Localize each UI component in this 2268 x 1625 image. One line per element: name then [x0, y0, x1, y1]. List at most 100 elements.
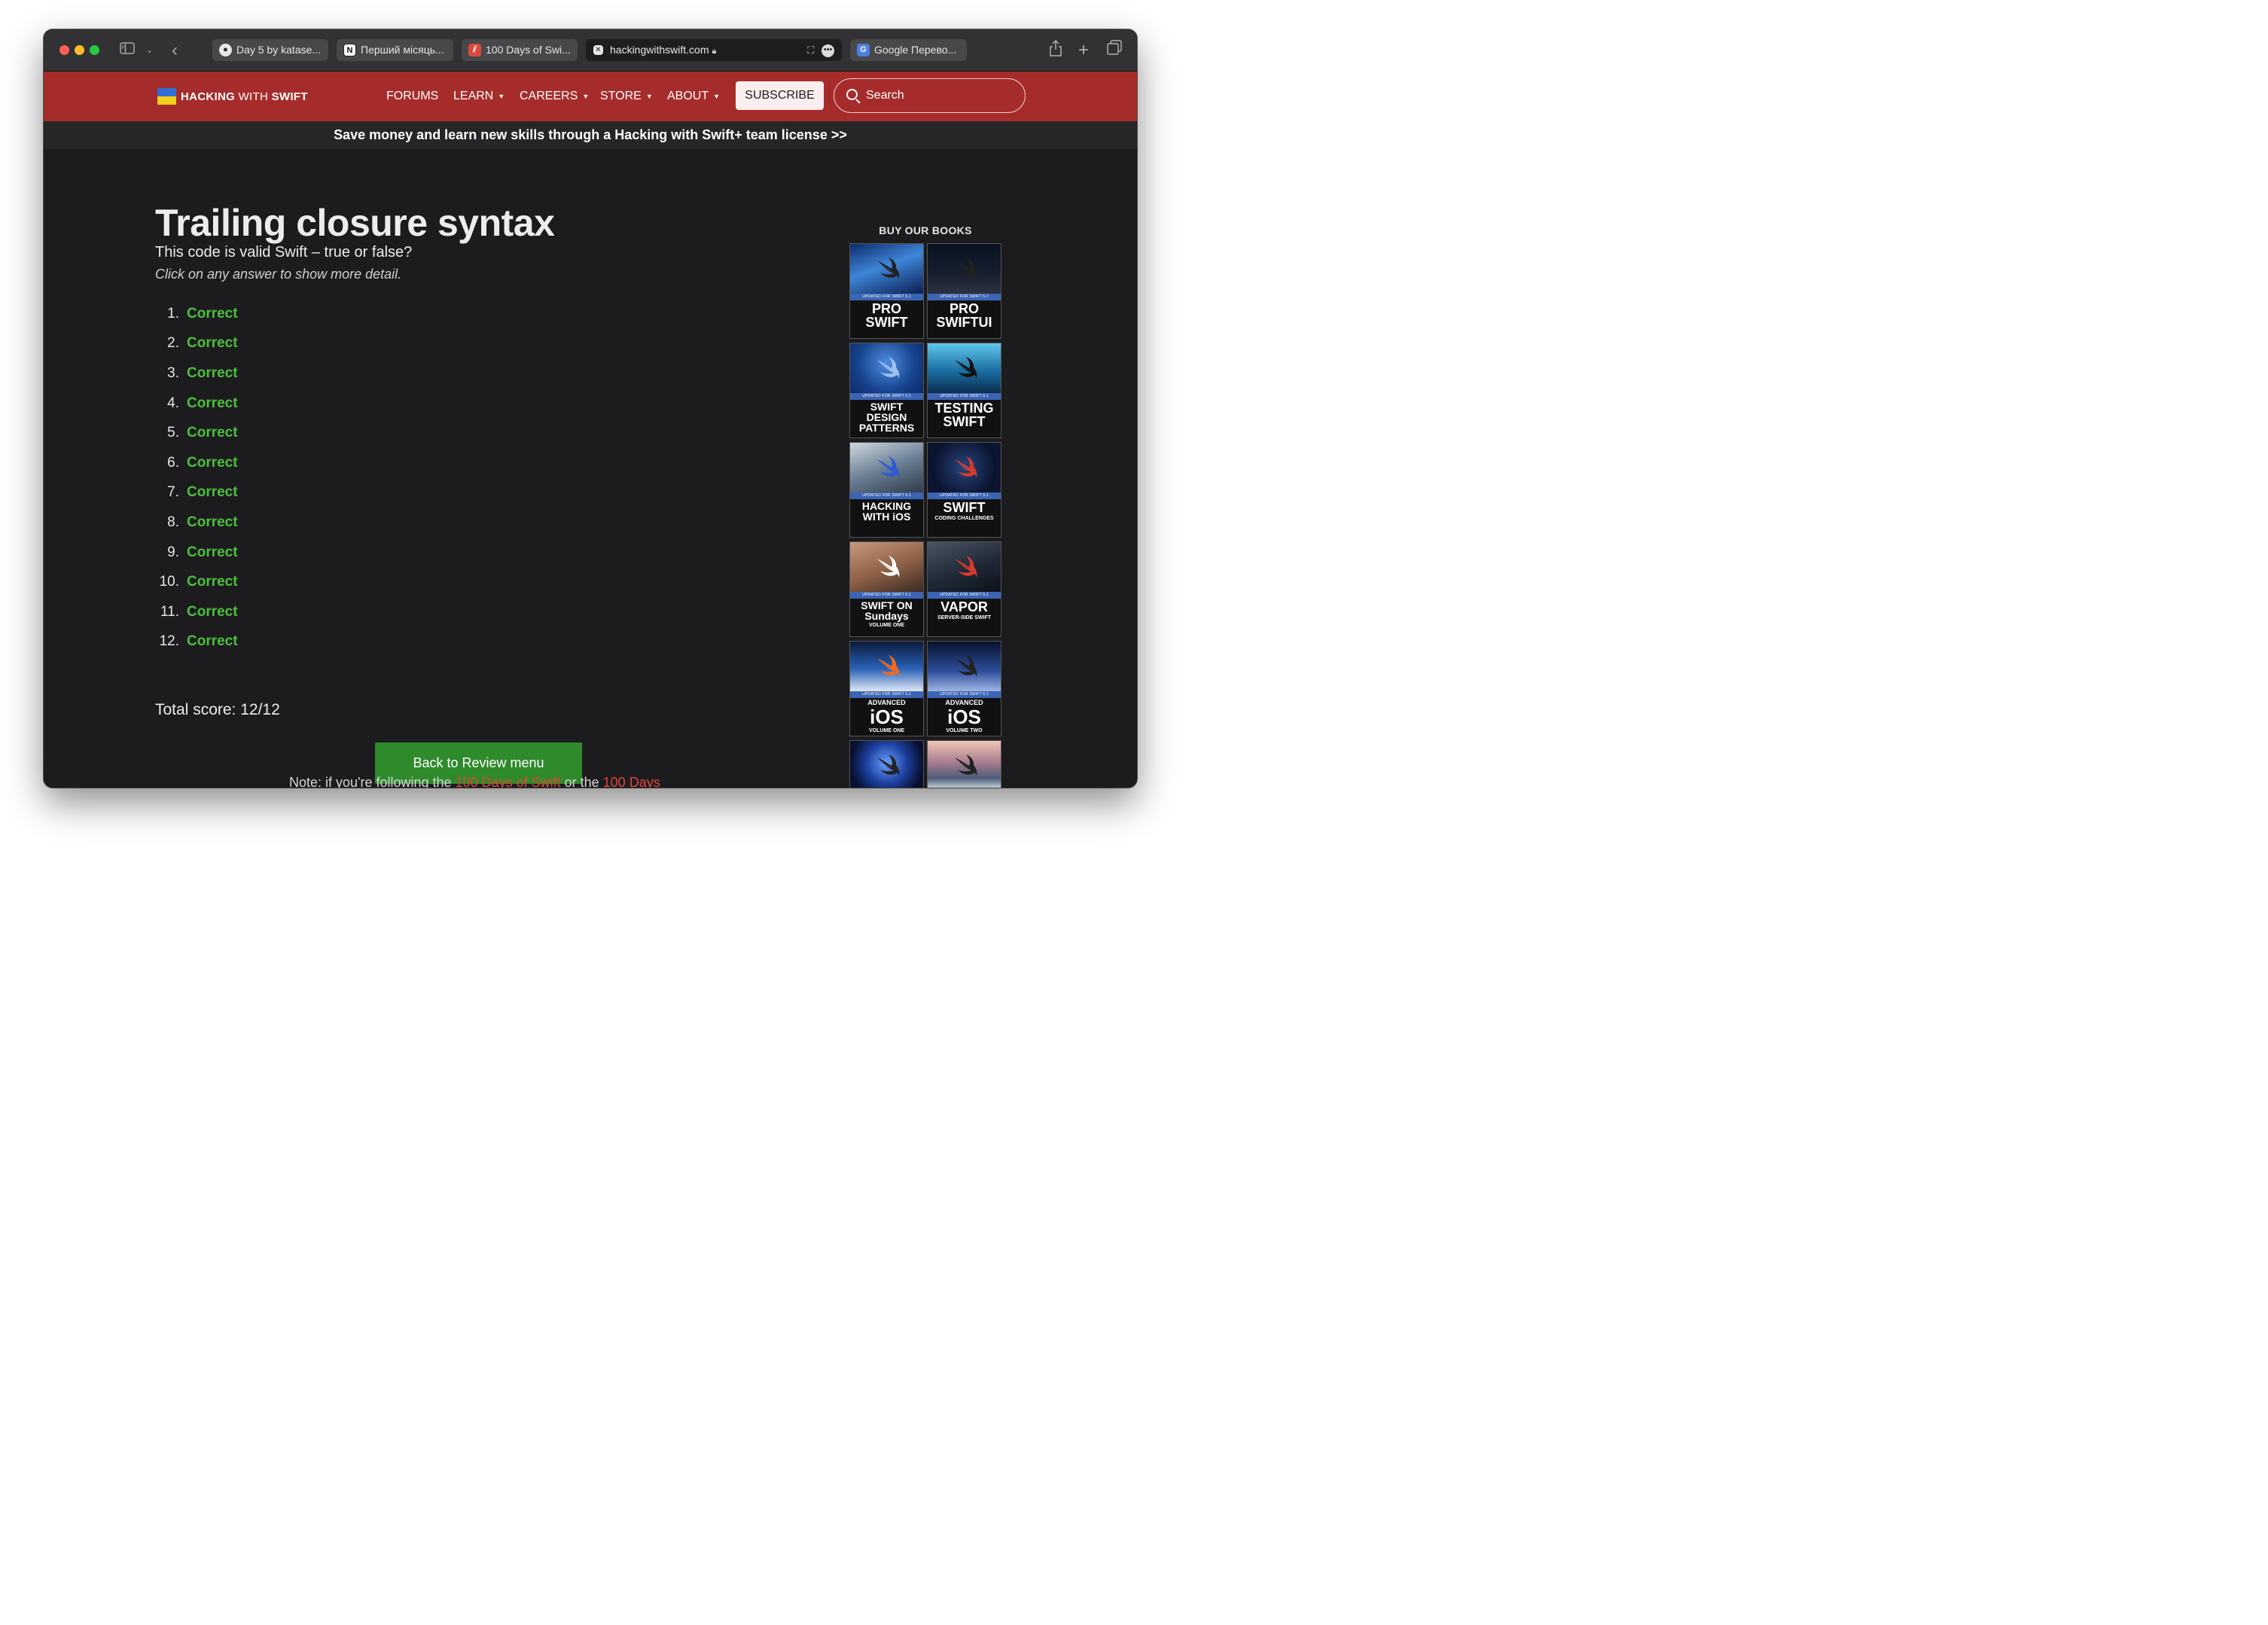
answer-item[interactable]: 3. Correct — [149, 358, 375, 389]
book-title: ADVANCED iOS VOLUME ONE — [867, 699, 906, 734]
search-icon — [846, 89, 858, 100]
book-swift-on-sundays[interactable]: UPDATED FOR SWIFT 5.1 SWIFT ON Sundays VOL… — [849, 541, 924, 637]
book-pro-swift[interactable]: UPDATED FOR SWIFT 5.1 PRO SWIFT — [849, 243, 924, 339]
swift-bird-icon — [955, 258, 977, 279]
chevron-down-icon[interactable]: ⌄ — [146, 40, 153, 61]
book-title: HACKING WITH iOS — [861, 500, 912, 523]
nav-learn[interactable]: LEARN ▼ — [453, 88, 505, 105]
swift-bird-icon — [877, 655, 900, 677]
new-tab-icon[interactable]: + — [1078, 40, 1089, 61]
tab-overview-icon[interactable] — [1107, 40, 1122, 61]
book-title: TESTING SWIFT — [934, 401, 994, 429]
book-update-strip: UPDATED FOR SWIFT 5.1 — [928, 492, 1001, 499]
answer-item[interactable]: 9. Correct — [149, 538, 375, 568]
link-100-days[interactable]: 100 Days — [603, 775, 660, 788]
quiz-hint: Click on any answer to show more detail. — [155, 267, 402, 282]
swift-bird-icon — [877, 357, 900, 379]
main-content: Trailing closure syntax This code is val… — [44, 149, 1137, 788]
search-input[interactable]: Search — [834, 78, 1026, 113]
hws-icon: ⫽ — [468, 44, 481, 56]
share-icon[interactable] — [1049, 39, 1062, 62]
swift-bird-icon — [955, 357, 977, 379]
answer-item[interactable]: 6. Correct — [149, 448, 375, 478]
tab-github[interactable]: ● Day 5 by katase... — [212, 39, 328, 61]
translate-icon[interactable]: ⛶ — [807, 44, 814, 56]
book-update-strip: UPDATED FOR SWIFT 5.1 — [928, 393, 1001, 400]
book-pro-swiftui[interactable]: UPDATED FOR SWIFT 5.7 PRO SWIFTUI — [927, 243, 1001, 339]
swift-bird-icon — [955, 456, 977, 478]
answer-item[interactable]: 11. Correct — [149, 597, 375, 627]
book-update-strip: UPDATED FOR SWIFT 5.1 — [850, 592, 923, 599]
book-update-strip: UPDATED FOR SWIFT 5.1 — [928, 592, 1001, 599]
close-tab-icon[interactable]: ✕ — [593, 45, 603, 55]
swift-bird-icon — [877, 556, 900, 578]
answer-item[interactable]: 1. Correct — [149, 299, 375, 329]
notion-icon: N — [343, 44, 356, 56]
answer-item[interactable]: 5. Correct — [149, 418, 375, 448]
github-icon: ● — [219, 44, 232, 56]
search-placeholder: Search — [866, 89, 904, 102]
book-testing-swift[interactable]: UPDATED FOR SWIFT 5.1 TESTING SWIFT — [927, 343, 1001, 438]
swift-bird-icon — [877, 755, 900, 776]
caret-down-icon: ▼ — [498, 93, 505, 100]
answer-item[interactable]: 7. Correct — [149, 478, 375, 508]
tab-hackingwithswift-active[interactable]: ✕ hackingwithswift.com 🔒︎ ⛶ ••• — [586, 39, 842, 61]
nav-forums[interactable]: FORUMS — [386, 88, 438, 105]
lock-icon: 🔒︎ — [712, 47, 717, 56]
answer-item[interactable]: 4. Correct — [149, 389, 375, 419]
link-100-days-of-swift[interactable]: 100 Days of Swift — [456, 775, 561, 788]
site-logo[interactable]: HACKING WITH SWIFT — [157, 87, 308, 105]
tab-google-translate[interactable]: G Google Перево... — [850, 39, 967, 61]
book-update-strip: UPDATED FOR SWIFT 5.1 — [850, 294, 923, 300]
book-hacking-with-macos[interactable]: UPDATED FOR SWIFT 5.1HACKING WITHmacOS — [927, 740, 1001, 788]
close-window-button[interactable] — [59, 45, 69, 55]
book-advanced-ios-volume-one[interactable]: UPDATED FOR SWIFT 5.1 ADVANCED iOS VOLUME O… — [849, 641, 924, 736]
logo-text-swift: SWIFT — [271, 90, 308, 103]
zoom-window-button[interactable] — [90, 45, 99, 55]
tab-label: Google Перево... — [874, 44, 957, 56]
promo-banner[interactable]: Save money and learn new skills through … — [44, 121, 1137, 149]
browser-toolbar: ⌄ ‹ ● Day 5 by katase... N Перший місяць… — [44, 29, 1137, 72]
book-advanced-ios-volume-two[interactable]: UPDATED FOR SWIFT 5.1 ADVANCED iOS VOLUME T… — [927, 641, 1001, 736]
swift-bird-icon — [955, 655, 977, 677]
caret-down-icon: ▼ — [645, 93, 653, 100]
book-update-strip: UPDATED FOR SWIFT 5.7 — [928, 294, 1001, 300]
page-title: Trailing closure syntax — [155, 202, 555, 244]
tab-label: Day 5 by katase... — [236, 44, 322, 56]
sidebar-toggle-icon[interactable] — [120, 40, 135, 61]
books-heading: BUY OUR BOOKS — [879, 224, 972, 236]
book-advanced-ios-volume-three[interactable]: UPDATED FOR SWIFT 5.1ADVANCEDiOS — [849, 740, 924, 788]
book-swift-coding-challenges[interactable]: UPDATED FOR SWIFT 5.1 SWIFT CODING CHALLEN… — [927, 442, 1001, 538]
book-hacking-with-ios[interactable]: UPDATED FOR SWIFT 5.1 HACKING WITH iOS — [849, 442, 924, 538]
address-text[interactable]: hackingwithswift.com — [610, 44, 709, 56]
tab-notion[interactable]: N Перший місяць... — [337, 39, 453, 61]
nav-about[interactable]: ABOUT ▼ — [667, 88, 720, 105]
ukraine-flag-icon — [157, 88, 176, 105]
book-title: SWIFT CODING CHALLENGES — [934, 500, 994, 521]
book-title: ADVANCED iOS VOLUME TWO — [945, 699, 983, 734]
answer-item[interactable]: 12. Correct — [149, 627, 375, 657]
nav-store[interactable]: STORE ▼ — [600, 88, 653, 105]
answer-item[interactable]: 8. Correct — [149, 508, 375, 538]
logo-text-hacking: HACKING — [181, 90, 236, 103]
caret-down-icon: ▼ — [713, 93, 721, 100]
book-title: VAPOR SERVER-SIDE SWIFT — [937, 599, 992, 620]
nav-careers[interactable]: CAREERS ▼ — [520, 88, 589, 105]
book-swift-design-patterns[interactable]: UPDATED FOR SWIFT 5.1 SWIFT DESIGN PATTER… — [849, 343, 924, 438]
book-update-strip: UPDATED FOR SWIFT 5.1 — [928, 691, 1001, 698]
answer-item[interactable]: 2. Correct — [149, 329, 375, 359]
browser-window: ⌄ ‹ ● Day 5 by katase... N Перший місяць… — [44, 29, 1137, 788]
book-server-side-swift-vapor[interactable]: UPDATED FOR SWIFT 5.1 VAPOR SERVER-SIDE SW… — [927, 541, 1001, 637]
back-arrow-icon[interactable]: ‹ — [172, 40, 178, 61]
minimize-window-button[interactable] — [75, 45, 84, 55]
quiz-question: This code is valid Swift – true or false… — [155, 244, 413, 261]
book-update-strip: UPDATED FOR SWIFT 5.1 — [850, 691, 923, 698]
site-navbar: HACKING WITH SWIFT FORUMS LEARN ▼ CAREERS… — [44, 72, 1137, 121]
google-translate-icon: G — [857, 44, 870, 56]
answer-item[interactable]: 10. Correct — [149, 567, 375, 597]
subscribe-button[interactable]: SUBSCRIBE — [736, 81, 824, 110]
swift-bird-icon — [877, 258, 900, 279]
tab-100-days[interactable]: ⫽ 100 Days of Swi... — [462, 39, 578, 61]
more-options-icon[interactable]: ••• — [822, 44, 834, 58]
swift-bird-icon — [955, 556, 977, 578]
